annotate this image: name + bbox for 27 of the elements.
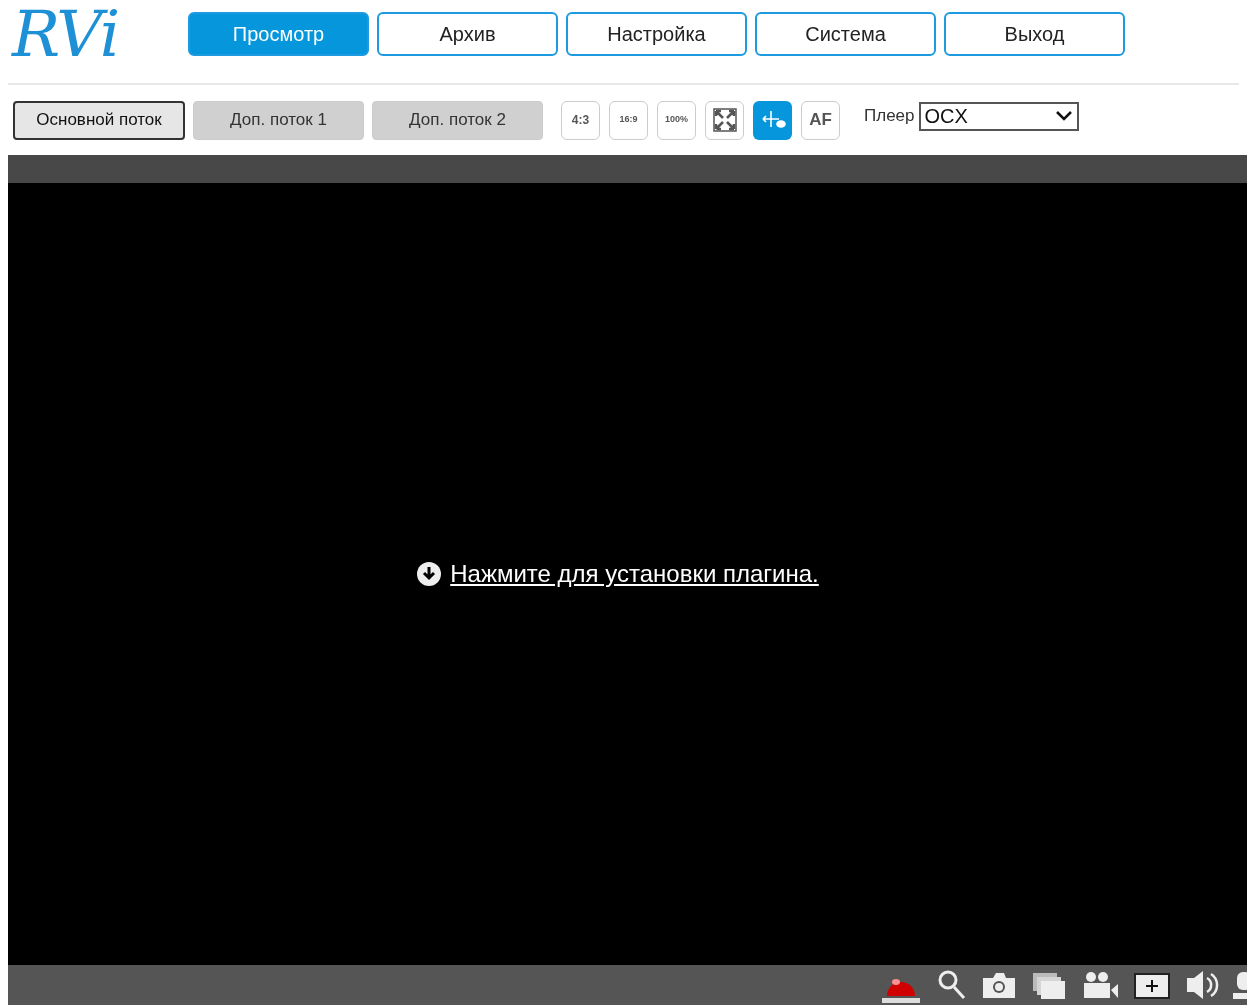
nav-tab[interactable]: Выход (944, 11, 1125, 56)
stream-tab[interactable]: Доп. поток 1 (193, 100, 364, 140)
install-plugin-link[interactable]: Нажмите для установки плагина. (450, 556, 819, 592)
logo: RVi (10, 1, 120, 66)
nav-tab[interactable]: Настройка (566, 11, 747, 56)
speaker-icon[interactable] (1185, 969, 1219, 1001)
view-button[interactable]: 100% (657, 100, 696, 140)
stream-tab[interactable]: Доп. поток 2 (372, 100, 543, 140)
stacked-windows-icon[interactable] (1031, 970, 1067, 1000)
camera-icon[interactable] (981, 970, 1017, 1000)
view-button[interactable]: 4:3 (561, 100, 600, 140)
chevron-down-icon (1054, 110, 1073, 122)
microphone-icon[interactable] (1233, 969, 1247, 1001)
view-button[interactable]: AF (801, 100, 840, 140)
search-icon[interactable] (937, 969, 967, 1001)
video-camera-icon[interactable] (1081, 970, 1119, 1000)
nav-tab[interactable]: Система (755, 11, 936, 56)
ptz-button[interactable] (753, 100, 792, 140)
stream-tab[interactable]: Основной поток (13, 100, 185, 140)
fit-button[interactable] (705, 100, 744, 140)
fit-screen-icon (710, 106, 739, 134)
view-button[interactable]: 16:9 (609, 100, 648, 140)
download-icon (416, 561, 443, 587)
player-label: Плеер (864, 105, 915, 128)
nav-tab[interactable]: Архив (377, 11, 558, 56)
player-select[interactable]: OCX (918, 101, 1079, 131)
zoom-box-icon[interactable] (1133, 970, 1171, 1000)
